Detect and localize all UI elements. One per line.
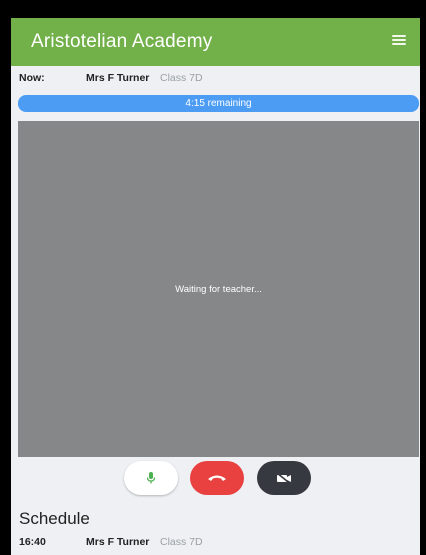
schedule-heading: Schedule	[19, 509, 90, 528]
hang-up-icon	[208, 475, 226, 481]
now-class: Class 7D	[160, 72, 203, 84]
app-header: Aristotelian Academy	[11, 18, 420, 66]
microphone-icon	[146, 472, 156, 484]
hamburger-menu-icon[interactable]	[392, 35, 406, 45]
camera-off-icon	[276, 472, 291, 484]
now-row: Now: Mrs F Turner Class 7D	[19, 72, 409, 88]
end-call-button[interactable]	[190, 461, 244, 495]
now-label: Now:	[19, 72, 45, 84]
microphone-button[interactable]	[124, 461, 178, 495]
schedule-teacher: Mrs F Turner	[86, 536, 150, 548]
app-title: Aristotelian Academy	[31, 31, 213, 52]
now-teacher: Mrs F Turner	[86, 72, 150, 84]
call-controls	[11, 459, 420, 499]
video-status: Waiting for teacher...	[175, 284, 262, 295]
time-remaining-bar: 4:15 remaining	[18, 95, 419, 112]
camera-button[interactable]	[257, 461, 311, 495]
schedule-row[interactable]: 16:40 Mrs F Turner Class 7D	[19, 536, 409, 552]
video-area: Waiting for teacher...	[18, 121, 419, 457]
schedule-class: Class 7D	[160, 536, 203, 548]
app-window: Aristotelian Academy Now: Mrs F Turner C…	[11, 18, 420, 555]
schedule-time: 16:40	[19, 536, 46, 548]
